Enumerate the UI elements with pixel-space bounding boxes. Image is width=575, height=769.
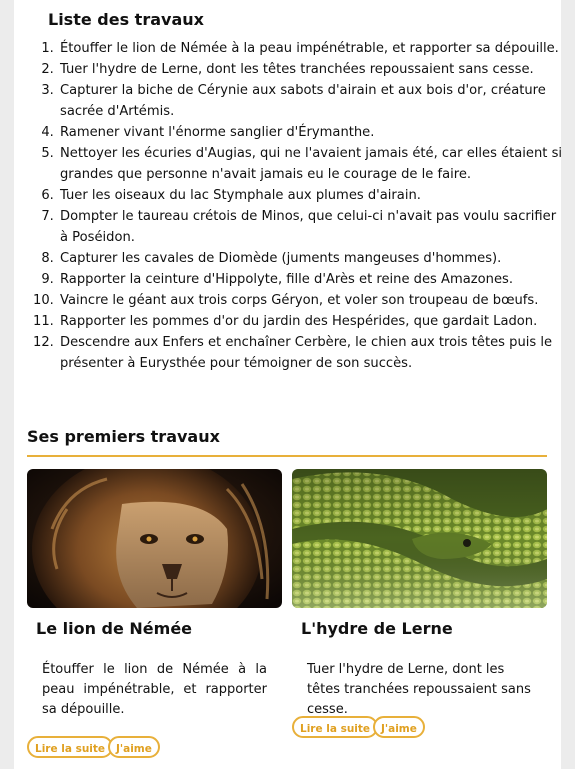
list-item: Rapporter la ceinture d'Hippolyte, fille… xyxy=(58,269,568,290)
list-item: Dompter le taureau crétois de Minos, que… xyxy=(58,206,568,248)
list-item: Capturer la biche de Cérynie aux sabots … xyxy=(58,80,568,122)
travaux-list: Étouffer le lion de Némée à la peau impé… xyxy=(28,38,568,374)
card-hydre: L'hydre de Lerne Tuer l'hydre de Lerne, … xyxy=(292,469,547,738)
list-item: Rapporter les pommes d'or du jardin des … xyxy=(58,311,568,332)
card-text: Tuer l'hydre de Lerne, dont les têtes tr… xyxy=(307,662,531,717)
card-text: Étouffer le lion de Némée à la peau impé… xyxy=(42,662,267,717)
lion-image xyxy=(27,469,282,608)
list-item: Descendre aux Enfers et enchaîner Cerbèr… xyxy=(58,332,568,374)
card-title: Le lion de Némée xyxy=(36,619,193,638)
card-title: L'hydre de Lerne xyxy=(301,619,453,638)
like-button[interactable]: J'aime xyxy=(108,736,160,758)
list-item: Tuer l'hydre de Lerne, dont les têtes tr… xyxy=(58,59,568,80)
list-item: Nettoyer les écuries d'Augias, qui ne l'… xyxy=(58,143,568,185)
read-more-button[interactable]: Lire la suite xyxy=(292,716,379,738)
list-item: Vaincre le géant aux trois corps Géryon,… xyxy=(58,290,568,311)
list-item: Étouffer le lion de Némée à la peau impé… xyxy=(58,38,568,59)
list-title: Liste des travaux xyxy=(48,10,204,29)
list-item: Tuer les oiseaux du lac Stymphale aux pl… xyxy=(58,185,568,206)
read-more-button[interactable]: Lire la suite xyxy=(27,736,114,758)
section-divider xyxy=(27,455,547,457)
page: Liste des travaux Étouffer le lion de Né… xyxy=(14,0,562,769)
list-item: Ramener vivant l'énorme sanglier d'Éryma… xyxy=(58,122,568,143)
section-title: Ses premiers travaux xyxy=(27,427,220,446)
card-lion: Le lion de Némée Étouffer le lion de Ném… xyxy=(27,469,282,758)
snake-image xyxy=(292,469,547,608)
like-button[interactable]: J'aime xyxy=(373,716,425,738)
list-item: Capturer les cavales de Diomède (juments… xyxy=(58,248,568,269)
